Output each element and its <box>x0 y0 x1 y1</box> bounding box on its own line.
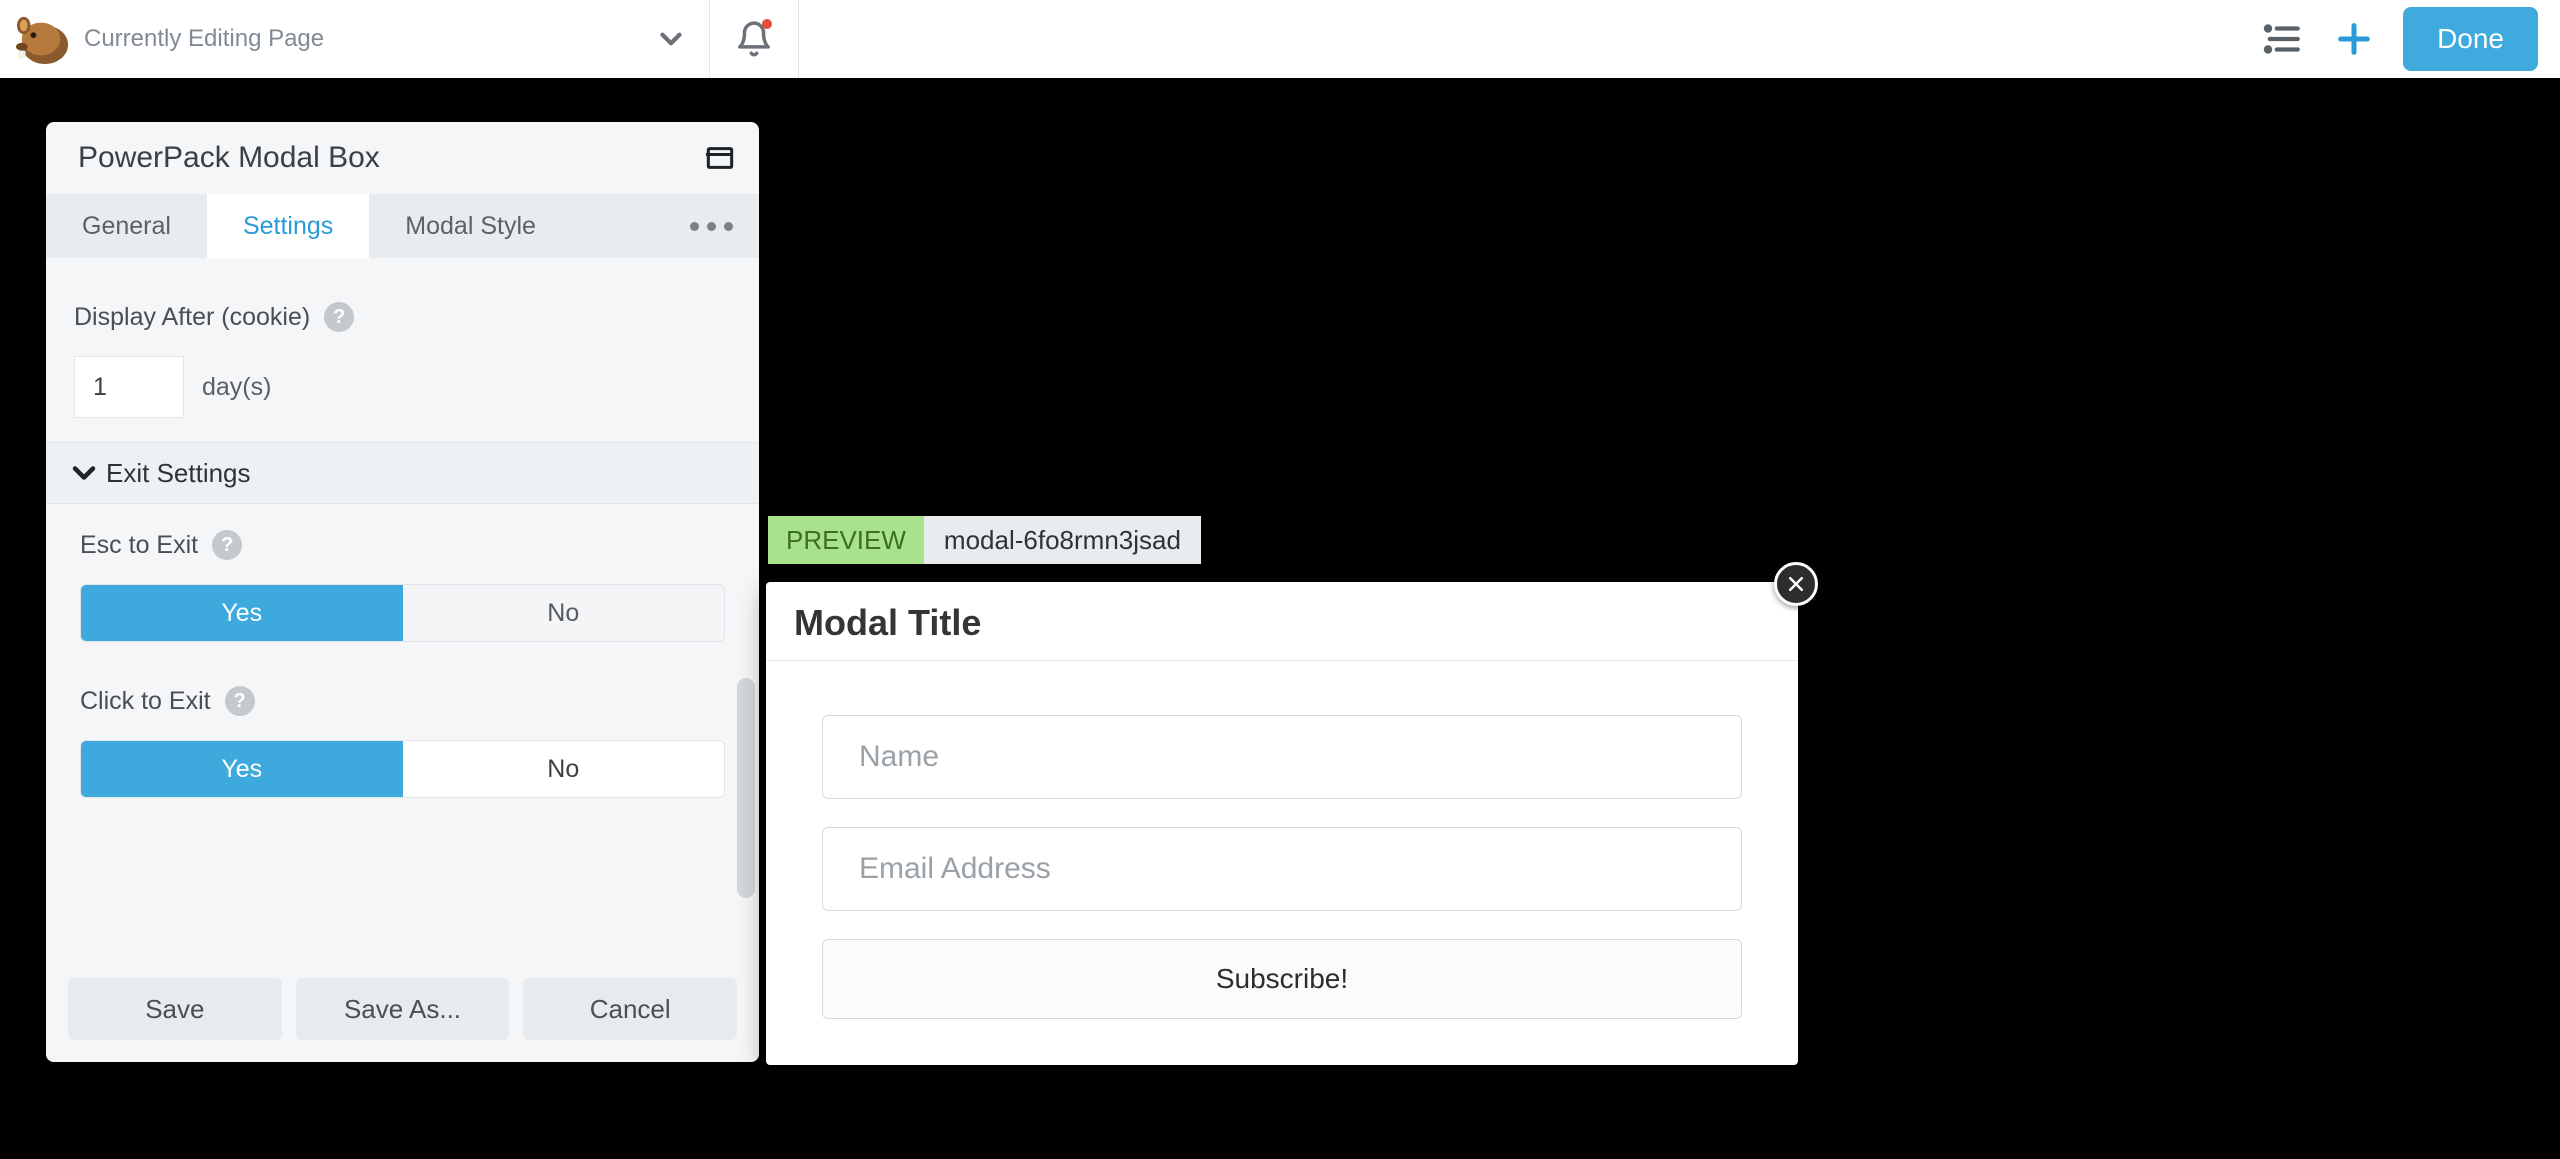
click-to-exit-label: Click to Exit <box>80 687 211 716</box>
panel-footer: Save Save As... Cancel <box>46 962 759 1062</box>
display-after-label-row: Display After (cookie) ? <box>74 302 731 332</box>
page-title: Currently Editing Page <box>84 25 651 53</box>
modal-name-input[interactable] <box>822 715 1742 799</box>
cancel-button[interactable]: Cancel <box>523 978 737 1040</box>
topbar-spacer <box>799 0 2237 78</box>
notification-dot-icon <box>762 19 772 29</box>
click-to-exit-toggle: Yes No <box>80 740 725 798</box>
click-no-button[interactable]: No <box>403 741 725 797</box>
display-after-label: Display After (cookie) <box>74 303 310 332</box>
tab-more-button[interactable] <box>664 222 759 231</box>
topbar-left: Currently Editing Page <box>0 0 710 78</box>
esc-to-exit-toggle: Yes No <box>80 584 725 642</box>
top-toolbar: Currently Editing Page Done <box>0 0 2560 78</box>
esc-to-exit-label: Esc to Exit <box>80 531 198 560</box>
topbar-notifications-area <box>710 0 799 78</box>
panel-scrollbar[interactable] <box>737 678 755 898</box>
esc-yes-button[interactable]: Yes <box>81 585 403 641</box>
save-as-button[interactable]: Save As... <box>296 978 510 1040</box>
preview-tag: PREVIEW modal-6fo8rmn3jsad <box>768 516 1201 564</box>
modal-body: Subscribe! <box>766 661 1798 1019</box>
modal-close-button[interactable] <box>1774 562 1818 606</box>
preview-id: modal-6fo8rmn3jsad <box>924 516 1201 564</box>
modal-preview: Modal Title Subscribe! <box>766 582 1798 1065</box>
notifications-button[interactable] <box>732 17 776 61</box>
panel-title: PowerPack Modal Box <box>78 141 380 175</box>
help-icon[interactable]: ? <box>225 686 255 716</box>
panel-body: Display After (cookie) ? day(s) Exit Set… <box>46 258 759 962</box>
click-yes-button[interactable]: Yes <box>81 741 403 797</box>
preview-label: PREVIEW <box>768 516 924 564</box>
display-after-unit: day(s) <box>202 373 271 402</box>
topbar-right: Done <box>2237 0 2560 78</box>
done-button[interactable]: Done <box>2403 7 2538 71</box>
exit-settings-label: Exit Settings <box>106 458 251 489</box>
save-button[interactable]: Save <box>68 978 282 1040</box>
esc-to-exit-field: Esc to Exit ? Yes No <box>46 504 759 652</box>
outline-panel-button[interactable] <box>2259 16 2305 62</box>
help-icon[interactable]: ? <box>212 530 242 560</box>
panel-expand-button[interactable] <box>703 141 737 175</box>
click-to-exit-field: Click to Exit ? Yes No <box>46 652 759 808</box>
display-after-field: Display After (cookie) ? day(s) <box>46 258 759 432</box>
help-icon[interactable]: ? <box>324 302 354 332</box>
display-after-input[interactable] <box>74 356 184 418</box>
esc-no-button[interactable]: No <box>403 585 725 641</box>
exit-settings-toggle[interactable]: Exit Settings <box>46 442 759 504</box>
modal-subscribe-button[interactable]: Subscribe! <box>822 939 1742 1019</box>
modal-title: Modal Title <box>766 582 1798 661</box>
add-content-button[interactable] <box>2331 16 2377 62</box>
tab-settings[interactable]: Settings <box>207 194 369 258</box>
chevron-down-icon <box>62 455 106 491</box>
page-switcher-chevron[interactable] <box>651 19 691 59</box>
beaver-logo <box>8 9 78 69</box>
module-settings-panel: PowerPack Modal Box General Settings Mod… <box>46 122 759 1062</box>
panel-tabs: General Settings Modal Style <box>46 194 759 258</box>
ellipsis-icon <box>690 222 733 231</box>
panel-header: PowerPack Modal Box <box>46 122 759 194</box>
tab-modal-style[interactable]: Modal Style <box>369 194 572 258</box>
tab-general[interactable]: General <box>46 194 207 258</box>
modal-email-input[interactable] <box>822 827 1742 911</box>
